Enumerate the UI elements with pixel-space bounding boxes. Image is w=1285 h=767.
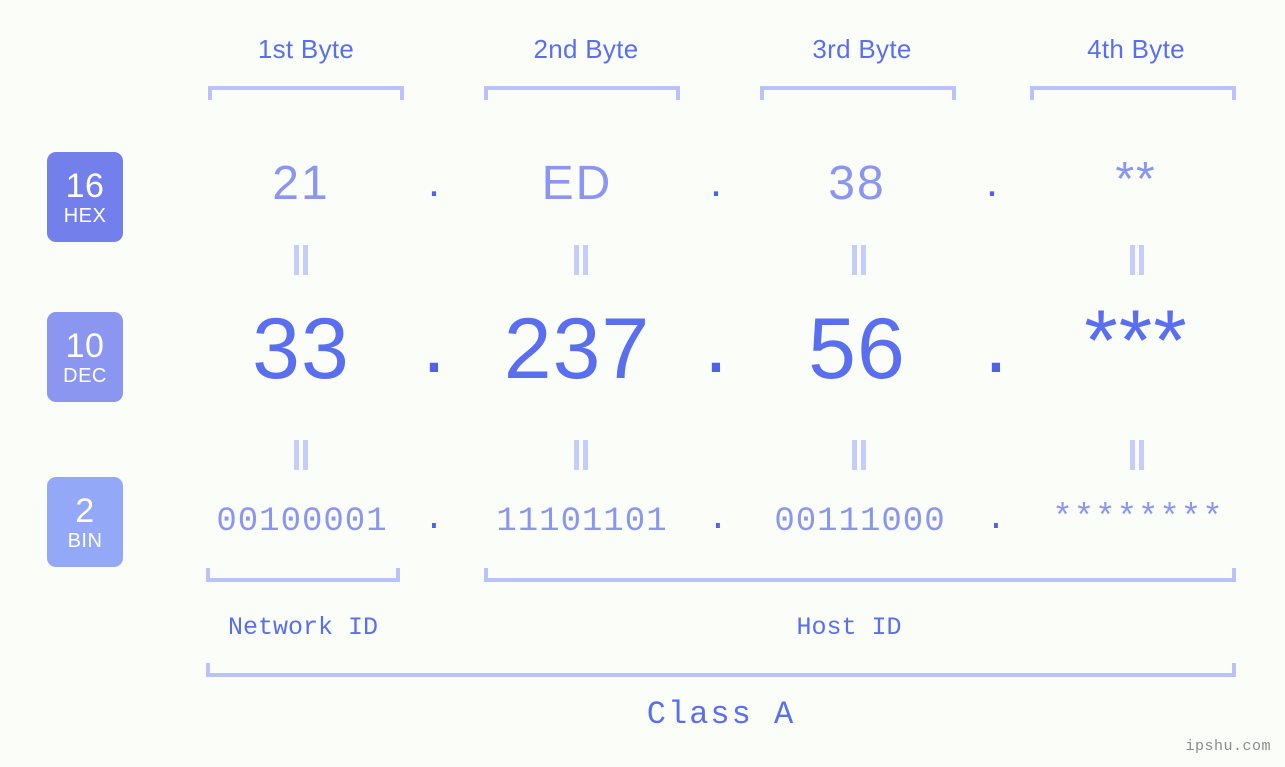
hex-separator-2: .	[709, 157, 723, 206]
equals-mark-dec-bin-2	[570, 440, 592, 470]
hex-byte-4: **	[1115, 153, 1157, 206]
bin-separator-1: .	[423, 501, 445, 539]
hex-byte-3: 38	[828, 157, 886, 210]
equals-mark-dec-bin-1	[290, 440, 312, 470]
byte-bracket-1	[208, 86, 404, 100]
dec-byte-2: 237	[503, 301, 651, 397]
hex-separator-1: .	[427, 157, 441, 206]
dec-separator-1: .	[422, 295, 446, 391]
dec-byte-4: ***	[1084, 293, 1188, 389]
byte-bracket-2	[484, 86, 680, 100]
network-id-label: Network ID	[227, 613, 379, 642]
bin-byte-1: 00100001	[216, 503, 388, 541]
equals-mark-hex-dec-2	[570, 245, 592, 275]
byte-header-label-3: 3rd Byte	[812, 34, 912, 64]
hex-separator-3: .	[985, 157, 999, 206]
host-id-label: Host ID	[796, 613, 902, 642]
radix-badge-bin: 2 BIN	[47, 477, 123, 567]
class-label: Class A	[646, 696, 796, 733]
radix-badge-dec-abbr: DEC	[63, 364, 107, 387]
dec-separator-3: .	[984, 295, 1008, 391]
bin-byte-2: 11101101	[496, 503, 668, 541]
bin-separator-3: .	[985, 501, 1007, 539]
hex-byte-1: 21	[272, 157, 330, 210]
equals-mark-hex-dec-4	[1126, 245, 1148, 275]
equals-mark-dec-bin-4	[1126, 440, 1148, 470]
equals-mark-hex-dec-3	[848, 245, 870, 275]
byte-bracket-4	[1030, 86, 1236, 100]
radix-badge-hex-abbr: HEX	[63, 204, 107, 227]
bin-byte-3: 00111000	[774, 503, 946, 541]
dec-byte-1: 33	[252, 301, 350, 397]
radix-badge-dec-number: 10	[65, 326, 105, 365]
site-watermark: ipshu.com	[1185, 738, 1271, 755]
radix-badge-bin-number: 2	[75, 491, 95, 530]
bin-byte-4: ********	[1052, 500, 1224, 538]
radix-badge-bin-abbr: BIN	[67, 529, 103, 552]
radix-badge-hex-number: 16	[65, 166, 105, 205]
class-bracket	[206, 663, 1236, 677]
radix-badge-dec: 10 DEC	[47, 312, 123, 402]
ip-breakdown-diagram: 1st Byte 2nd Byte 3rd Byte 4th Byte 16 H…	[0, 0, 1285, 767]
dec-byte-3: 56	[808, 301, 906, 397]
host-id-bracket	[484, 568, 1236, 582]
bin-separator-2: .	[707, 501, 729, 539]
radix-badge-hex: 16 HEX	[47, 152, 123, 242]
byte-bracket-3	[760, 86, 956, 100]
hex-byte-2: ED	[541, 157, 613, 210]
byte-header-label-4: 4th Byte	[1087, 34, 1185, 64]
equals-mark-dec-bin-3	[848, 440, 870, 470]
byte-header-label-2: 2nd Byte	[533, 34, 639, 64]
dec-separator-2: .	[704, 295, 728, 391]
equals-mark-hex-dec-1	[290, 245, 312, 275]
byte-header-label-1: 1st Byte	[257, 34, 355, 64]
network-id-bracket	[206, 568, 400, 582]
